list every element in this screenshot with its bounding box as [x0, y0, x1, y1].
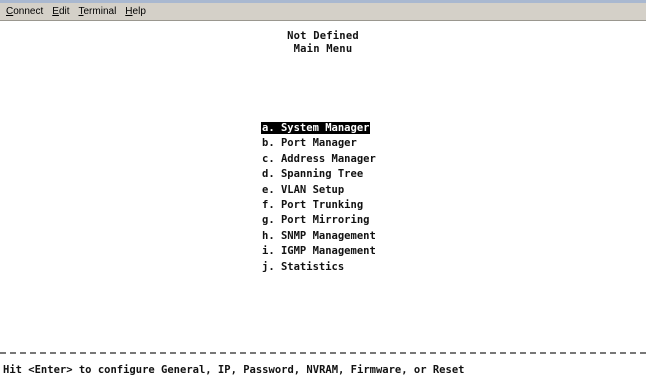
menu-option-label: c. Address Manager — [262, 152, 376, 165]
menu-bar: Connect Edit Terminal Help — [0, 3, 646, 21]
menu-connect[interactable]: Connect — [6, 6, 43, 17]
menu-help-label: elp — [132, 6, 146, 17]
menu-option-label: a. System Manager — [261, 122, 371, 134]
menu-option-igmp-management[interactable]: i. IGMP Management — [261, 244, 377, 259]
main-menu-title: Main Menu — [293, 43, 353, 55]
menu-option-label: d. Spanning Tree — [262, 168, 364, 181]
menu-option-address-manager[interactable]: c. Address Manager — [261, 152, 377, 167]
status-separator — [0, 352, 646, 354]
terminal-screen[interactable]: Not Defined Main Menu a. System Manager … — [0, 22, 646, 379]
menu-connect-label: onnect — [13, 6, 44, 17]
main-menu-list: a. System Manager b. Port Manager c. Add… — [261, 121, 377, 275]
menu-terminal-label: erminal — [83, 6, 117, 17]
menu-help[interactable]: Help — [125, 6, 146, 17]
menu-help-accelerator: H — [125, 6, 133, 17]
menu-option-spanning-tree[interactable]: d. Spanning Tree — [261, 167, 377, 182]
menu-option-label: i. IGMP Management — [262, 245, 376, 258]
menu-option-label: b. Port Manager — [262, 137, 357, 150]
menu-option-label: f. Port Trunking — [262, 198, 364, 211]
menu-option-snmp-management[interactable]: h. SNMP Management — [261, 229, 377, 244]
menu-option-system-manager[interactable]: a. System Manager — [261, 121, 377, 136]
status-hint-line: Hit <Enter> to configure General, IP, Pa… — [3, 364, 465, 376]
menu-option-port-manager[interactable]: b. Port Manager — [261, 136, 377, 151]
menu-option-label: j. Statistics — [262, 260, 345, 273]
menu-edit-label: dit — [58, 6, 70, 17]
menu-option-label: h. SNMP Management — [262, 229, 376, 242]
menu-terminal[interactable]: Terminal — [79, 6, 117, 17]
menu-option-vlan-setup[interactable]: e. VLAN Setup — [261, 183, 377, 198]
menu-option-port-trunking[interactable]: f. Port Trunking — [261, 198, 377, 213]
menu-option-label: g. Port Mirroring — [262, 214, 370, 227]
menu-edit-accelerator: E — [52, 6, 59, 17]
menu-option-label: e. VLAN Setup — [262, 183, 345, 196]
menu-option-statistics[interactable]: j. Statistics — [261, 260, 377, 275]
menu-edit[interactable]: Edit — [52, 6, 69, 17]
menu-option-port-mirroring[interactable]: g. Port Mirroring — [261, 213, 377, 228]
